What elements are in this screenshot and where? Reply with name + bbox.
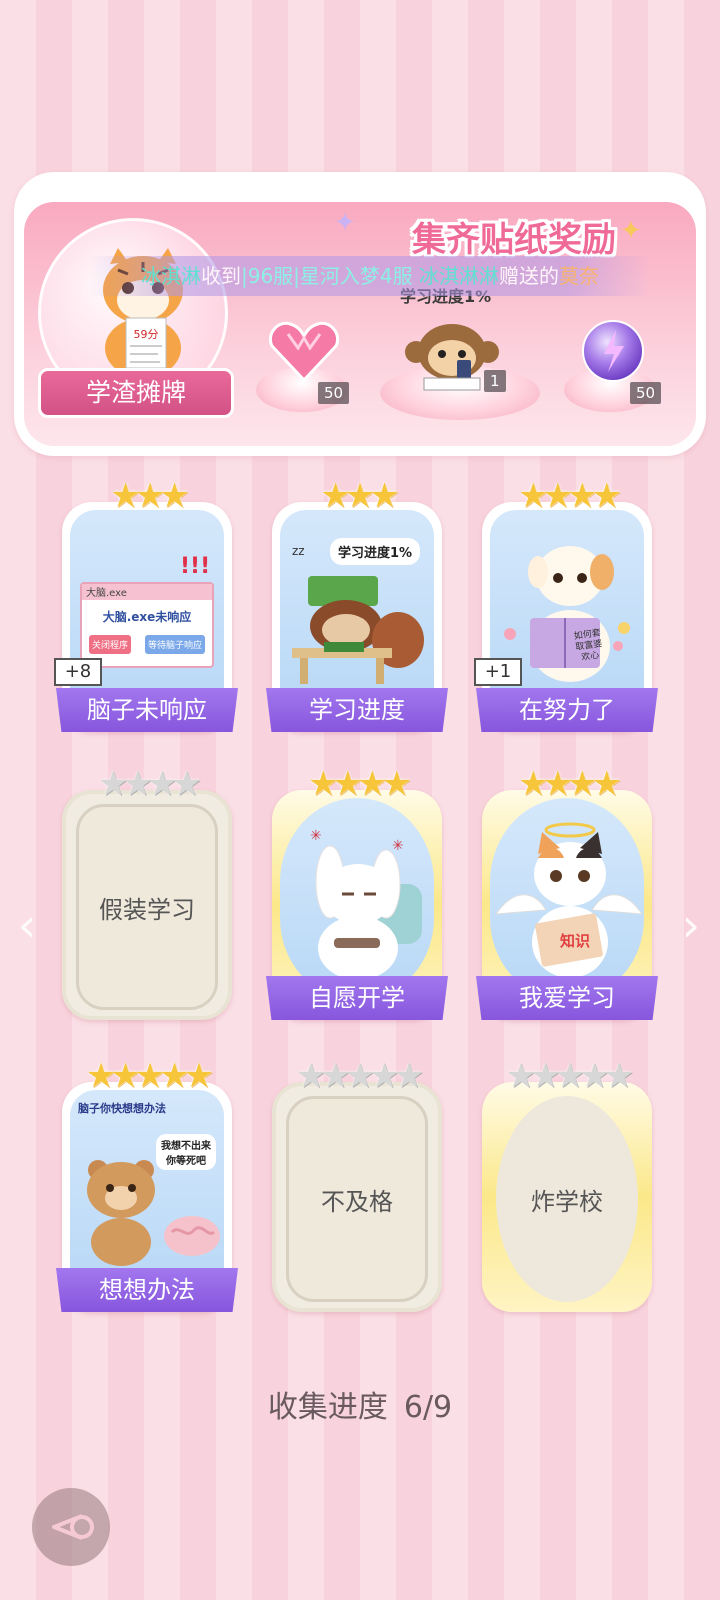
card-art: 脑子你快想想办法 我想不出来你等死吧 [70, 1090, 224, 1290]
ticker-text: 赠送的 [499, 264, 559, 288]
card-art: 学习进度1% zz [280, 510, 434, 710]
star-rating: ★★★★★ [295, 1056, 424, 1096]
note-score: 59分 [134, 328, 159, 341]
sticker-card-locked[interactable]: 炸学校 ★★★★★ [482, 1056, 652, 1312]
locked-card-label: 不及格 [286, 1096, 428, 1302]
card-label: 在努力了 [476, 688, 658, 732]
sticker-card[interactable]: 脑子你快想想办法 我想不出来你等死吧 想想办法 ★★★★★ [56, 1056, 238, 1312]
heart-gem-icon[interactable] [268, 320, 340, 384]
popup-window: 大脑.exe 大脑.exe未响应 关闭程序 等待脑子响应 [80, 582, 214, 668]
popup-wait-button: 等待脑子响应 [144, 635, 205, 654]
card-art: ✳ ✳ [280, 798, 434, 998]
sticker-set-name-badge: 学渣摊牌 [38, 368, 234, 418]
next-page-arrow[interactable]: › [676, 900, 706, 950]
star-rating: ★★★★ [98, 764, 202, 804]
anger-icon: ✳ [310, 828, 322, 844]
star-rating: ★★★ [110, 476, 189, 516]
ticker-user: 冰淇淋淋 [419, 264, 499, 288]
sloth-sticker-icon [292, 576, 424, 684]
ticker-user: 冰淇淋 [140, 264, 201, 288]
card-label: 我爱学习 [476, 976, 658, 1020]
speech-bubble: 学习进度1% [330, 538, 421, 565]
reward-count: 50 [318, 382, 350, 404]
popup-message: 大脑.exe未响应 [102, 610, 192, 624]
sticker-card[interactable]: ✳ ✳ 自愿开学 ★★★★ [266, 764, 448, 1020]
star-rating: ★★★★ [518, 476, 622, 516]
lightning-orb-icon[interactable] [580, 318, 646, 384]
sleep-zz-icon: zz [292, 544, 305, 558]
star-rating: ★★★★★ [85, 1056, 214, 1096]
card-label: 自愿开学 [266, 976, 448, 1020]
sticker-card[interactable]: 知识 我爱学习 ★★★★ [476, 764, 658, 1020]
card-label: 想想办法 [56, 1268, 238, 1312]
progress-value: 6/9 [403, 1390, 453, 1425]
sticker-card[interactable]: 学习进度1% zz 学习进度 ★★★ [266, 476, 448, 732]
reward-count: 50 [630, 382, 662, 404]
star-rating: ★★★★★ [505, 1056, 634, 1096]
collection-progress: 收集进度 6/9 [0, 1382, 720, 1426]
sticker-card-locked[interactable]: 假装学习 ★★★★ [62, 764, 232, 1020]
popup-title: 大脑.exe [82, 584, 212, 600]
book-title: 知识 [560, 932, 591, 950]
reward-count: 1 [484, 370, 506, 392]
book-title: 如何套取富婆欢心 [573, 628, 603, 664]
locked-card-label: 假装学习 [76, 804, 218, 1010]
ticker-server: |96服|星河入梦4服 [240, 264, 413, 288]
bunny-sticker-icon [315, 845, 422, 980]
popup-close-button: 关闭程序 [88, 635, 131, 654]
duplicate-count-badge: +8 [54, 658, 102, 686]
bear-and-brain-sticker-icon [87, 1160, 220, 1266]
card-label: 脑子未响应 [56, 688, 238, 732]
star-rating: ★★★★ [518, 764, 622, 804]
progress-label: 收集进度 [267, 1390, 388, 1425]
ticker-gift: 莫奈 [559, 264, 599, 288]
sticker-card[interactable]: !!! 大脑.exe 大脑.exe未响应 关闭程序 等待脑子响应 脑子未响应 +… [54, 476, 238, 732]
previous-page-arrow[interactable]: ‹ [12, 900, 42, 950]
star-rating: ★★★★ [308, 764, 412, 804]
back-button[interactable] [32, 1488, 110, 1566]
star-rating: ★★★ [320, 476, 399, 516]
gift-broadcast-ticker: 冰淇淋收到|96服|星河入梦4服 冰淇淋淋赠送的莫奈 [90, 256, 650, 296]
card-label: 学习进度 [266, 688, 448, 732]
duplicate-count-badge: +1 [474, 658, 522, 686]
back-arrow-icon [52, 1514, 94, 1540]
locked-card-label: 炸学校 [496, 1096, 638, 1302]
exclaim-icon: !!! [180, 554, 211, 579]
sparkle-icon: ✦ [620, 216, 642, 246]
sticker-card-locked[interactable]: 不及格 ★★★★★ [272, 1056, 442, 1312]
speech-bubble: 脑子你快想想办法 [78, 1102, 166, 1115]
card-art: 知识 [490, 798, 644, 998]
sparkle-icon: ✦ [334, 208, 356, 238]
ticker-text: 收到 [200, 264, 241, 288]
angel-cat-sticker-icon [494, 822, 644, 978]
sticker-card[interactable]: 如何套取富婆欢心 在努力了 +1 ★★★★ [474, 476, 658, 732]
